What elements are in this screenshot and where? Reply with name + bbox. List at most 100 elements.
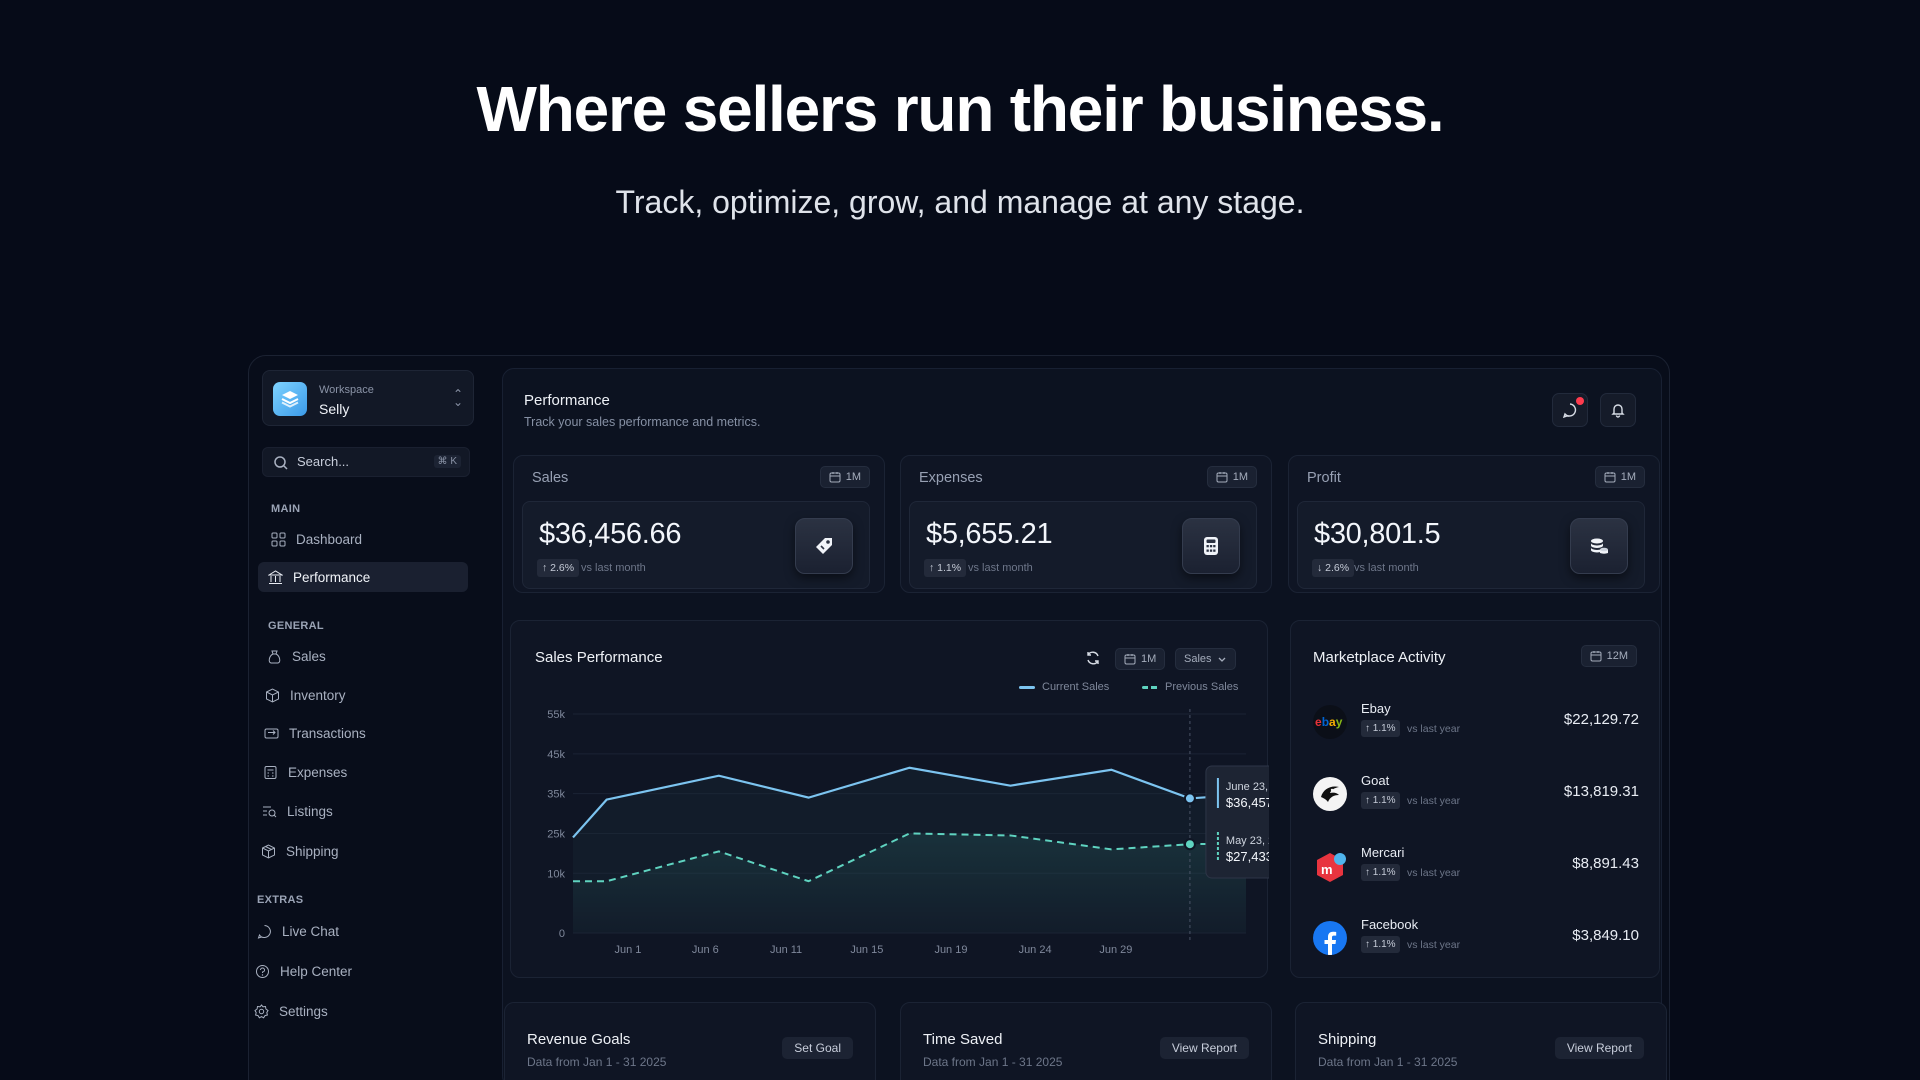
hero-subtitle: Track, optimize, grow, and manage at any… [615, 184, 1305, 220]
kpi-card-profit: Profit 1M $30,801.5 ↓ 2.6% vs last month [1288, 455, 1660, 593]
tooltip-current-value: $36,457.44 [1226, 795, 1269, 810]
sidebar-item-label: Shipping [286, 843, 339, 859]
kpi-card-label: Expenses [919, 470, 983, 486]
messages-button[interactable] [1552, 393, 1588, 427]
workspace-name: Selly [319, 401, 350, 417]
chevron-up-down-icon: ⌃ ⌄ [452, 387, 463, 409]
box-icon [266, 687, 279, 703]
marketplace-row-ebay[interactable]: ebay Ebay ↑ 1.1% vs last year $22,129.72 [1291, 697, 1661, 757]
card-title: Shipping [1318, 1031, 1377, 1048]
marketplace-row-goat[interactable]: Goat ↑ 1.1% vs last year $13,819.31 [1291, 769, 1661, 829]
marketplace-amount: $22,129.72 [1563, 711, 1639, 728]
view-report-button[interactable]: View Report [1159, 1037, 1249, 1059]
package-icon [262, 843, 275, 859]
sidebar-item-listings[interactable]: Listings [252, 796, 462, 826]
mercari-logo-icon: m [1313, 849, 1347, 883]
marketplace-period-selector[interactable]: 12M [1580, 645, 1637, 667]
marketplace-delta: ↑ 1.1% [1361, 720, 1400, 737]
kpi-value: $30,801.5 [1314, 518, 1441, 550]
kpi-card-label: Profit [1307, 470, 1341, 486]
sidebar-item-label: Performance [293, 569, 371, 585]
marketplace-compare-text: vs last year [1407, 723, 1461, 735]
calendar-icon [1216, 472, 1228, 483]
sidebar-item-performance[interactable]: Performance [258, 562, 468, 592]
marketplace-activity-card: Marketplace Activity 12M ebay Ebay ↑ 1.1… [1290, 620, 1660, 978]
workspace-switcher[interactable]: Workspace Selly ⌃ ⌄ [262, 370, 474, 426]
period-label: 12M [1606, 650, 1628, 662]
marketplace-row-facebook[interactable]: Facebook ↑ 1.1% vs last year $3,849.10 [1291, 913, 1661, 973]
marketplace-compare-text: vs last year [1407, 867, 1461, 879]
period-selector[interactable]: 1M [1594, 466, 1645, 488]
page-title: Performance [524, 392, 610, 409]
calendar-icon [1604, 472, 1616, 483]
coins-icon [1570, 518, 1628, 574]
sidebar-item-dashboard[interactable]: Dashboard [261, 524, 471, 554]
view-report-button[interactable]: View Report [1554, 1037, 1644, 1059]
tooltip-current-date: June 23, 2024 [1226, 781, 1269, 793]
gear-icon [254, 1003, 269, 1018]
notifications-button[interactable] [1600, 393, 1636, 427]
x-tick-label: Jun 24 [1019, 944, 1052, 956]
sidebar-item-settings[interactable]: Settings [244, 996, 454, 1026]
sidebar-item-help-center[interactable]: Help Center [245, 956, 455, 986]
x-tick-label: Jun 11 [770, 944, 802, 956]
kpi-delta: ↓ 2.6% [1312, 559, 1355, 577]
card-subtitle: Data from Jan 1 - 31 2025 [923, 1055, 1063, 1069]
card-subtitle: Data from Jan 1 - 31 2025 [1318, 1055, 1458, 1069]
page-subtitle: Track your sales performance and metrics… [524, 415, 761, 429]
sidebar-item-label: Sales [292, 648, 326, 664]
facebook-logo-icon [1313, 921, 1347, 955]
bell-icon [1611, 404, 1625, 418]
help-icon [256, 964, 269, 978]
ebay-logo-icon: ebay [1313, 705, 1347, 739]
y-tick-label: 45k [547, 749, 565, 761]
marketplace-compare-text: vs last year [1407, 939, 1461, 951]
set-goal-button[interactable]: Set Goal [782, 1037, 853, 1059]
marketplace-row-mercari[interactable]: m Mercari ↑ 1.1% vs last year $8,891.43 [1291, 841, 1661, 901]
marketplace-delta: ↑ 1.1% [1361, 864, 1400, 881]
marketplace-delta: ↑ 1.1% [1361, 792, 1400, 809]
kpi-delta: ↑ 2.6% [537, 559, 580, 577]
current-sales-area [573, 767, 1246, 933]
time-saved-card: Time Saved Data from Jan 1 - 31 2025 Vie… [900, 1002, 1272, 1080]
calendar-icon [829, 472, 841, 483]
period-selector[interactable]: 1M [1206, 466, 1257, 488]
workspace-label: Workspace [319, 384, 374, 396]
marketplace-amount: $3,849.10 [1572, 927, 1639, 944]
money-bag-icon [268, 650, 281, 663]
period-selector[interactable]: 1M [819, 466, 870, 488]
tooltip-previous-value: $27,433.12 [1226, 849, 1269, 864]
notification-dot [1576, 397, 1584, 405]
sidebar-item-label: Live Chat [282, 923, 340, 939]
marketplace-compare-text: vs last year [1407, 795, 1461, 807]
sidebar-item-expenses[interactable]: Expenses [253, 757, 463, 787]
nav-section-main: MAIN [271, 503, 301, 515]
kpi-card-body: $36,456.66 ↑ 2.6% vs last month [522, 501, 870, 589]
sidebar-search[interactable]: ⌘ K [262, 447, 470, 477]
sidebar-item-label: Help Center [280, 963, 353, 979]
sidebar-item-shipping[interactable]: Shipping [251, 836, 461, 866]
search-input[interactable] [297, 454, 417, 469]
grid-icon [271, 532, 286, 546]
sidebar-item-inventory[interactable]: Inventory [255, 680, 465, 710]
sidebar-item-transactions[interactable]: Transactions [254, 718, 464, 748]
marketplace-name: Mercari [1361, 845, 1405, 860]
marketplace-amount: $13,819.31 [1563, 783, 1639, 800]
revenue-goals-card: Revenue Goals Data from Jan 1 - 31 2025 … [504, 1002, 876, 1080]
current-hover-point [1183, 792, 1196, 805]
chat-bubble-icon [1562, 403, 1577, 418]
kpi-delta: ↑ 1.1% [924, 559, 967, 577]
sidebar-item-label: Dashboard [296, 531, 363, 547]
kpi-card-body: $5,655.21 ↑ 1.1% vs last month [909, 501, 1257, 589]
sales-line-chart[interactable]: 0 10k 25k 35k 45k 55k Jun 1 Jun 6 Jun 11 Jun 15 Ju… [511, 621, 1269, 979]
calculator-icon [264, 765, 277, 779]
marketplace-name: Facebook [1361, 917, 1419, 932]
sidebar-item-label: Listings [287, 803, 333, 819]
sales-performance-card: Sales Performance 1M Sales Current Sales… [510, 620, 1269, 979]
workspace-logo-icon [273, 382, 307, 416]
sidebar-item-live-chat[interactable]: Live Chat [247, 916, 457, 946]
sidebar-item-sales[interactable]: Sales [257, 641, 467, 671]
kpi-card-body: $30,801.5 ↓ 2.6% vs last month [1297, 501, 1645, 589]
svg-text:ebay: ebay [1315, 715, 1343, 729]
x-tick-label: Jun 6 [692, 944, 719, 956]
